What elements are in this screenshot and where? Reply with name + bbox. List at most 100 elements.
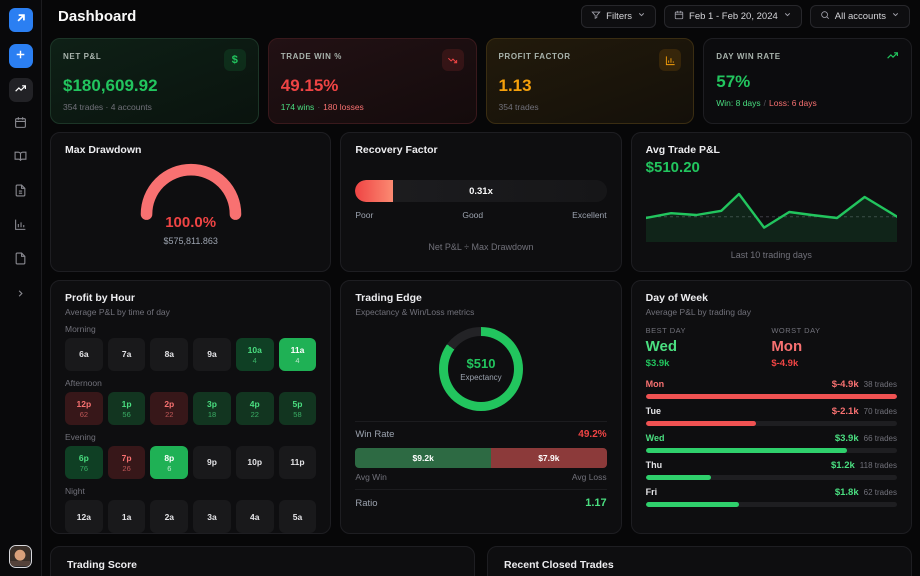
section-night: Night (65, 486, 316, 496)
best-day-name: Wed (646, 338, 772, 355)
day-bar-fill (646, 475, 711, 480)
hour-cell: 8p6 (150, 446, 188, 479)
section-morning: Morning (65, 324, 316, 334)
hour-cell: 12p62 (65, 392, 103, 425)
bar-chart-icon (14, 218, 27, 234)
scale-excellent: Excellent (572, 210, 607, 220)
ratio-row: Ratio 1.17 (355, 489, 606, 515)
dollar-icon: $ (224, 49, 246, 71)
trade-win-card: TRADE WIN % 49.15% 174 wins·180 losses (268, 38, 477, 124)
sidebar-expand-button[interactable] (9, 282, 33, 306)
filters-button[interactable]: Filters (581, 5, 656, 28)
win-rate-label: Win Rate (355, 429, 394, 440)
book-open-icon (14, 150, 27, 166)
max-drawdown-title: Max Drawdown (65, 144, 316, 156)
filters-label: Filters (606, 11, 632, 22)
hour-cell: 6a (65, 338, 103, 371)
worst-day-label: WORST DAY (771, 326, 897, 335)
hour-cell: 12a (65, 500, 103, 533)
avg-loss-label: Avg Loss (572, 472, 607, 482)
hour-cell: 11p (279, 446, 317, 479)
day-trades: 118 trades (860, 461, 897, 470)
best-day-block: BEST DAY Wed $3.9k (646, 326, 772, 369)
best-day-label: BEST DAY (646, 326, 772, 335)
recent-closed-trades-card: Recent Closed Trades (487, 546, 912, 576)
hour-cell: 1p56 (108, 392, 146, 425)
profit-factor-label: PROFIT FACTOR (499, 52, 571, 61)
hour-cell: 9p (193, 446, 231, 479)
trading-edge-card: Trading Edge Expectancy & Win/Loss metri… (340, 280, 621, 534)
calendar-icon (674, 10, 684, 23)
day-bar-fill (646, 502, 739, 507)
calendar-icon (14, 116, 27, 132)
sidebar-item-docs[interactable] (9, 248, 33, 272)
hour-cell: 5a (279, 500, 317, 533)
day-value: $3.9k (835, 433, 859, 444)
trading-edge-title: Trading Edge (355, 292, 606, 304)
drawdown-gauge (133, 158, 249, 220)
sidebar (0, 0, 42, 576)
date-range-button[interactable]: Feb 1 - Feb 20, 2024 (664, 5, 802, 28)
hour-cell: 11a4 (279, 338, 317, 371)
trending-up-icon (14, 82, 27, 98)
app-logo[interactable] (9, 8, 33, 32)
avg-win-loss-bar: $9.2k $7.9k (355, 448, 606, 468)
chevron-right-icon (15, 287, 26, 302)
day-row-wed: Wed $3.9k 66 trades (646, 433, 897, 453)
day-value: $1.2k (831, 460, 855, 471)
day-bar-track (646, 448, 897, 453)
day-row-mon: Mon $-4.9k38 trades (646, 379, 897, 399)
add-button[interactable] (9, 44, 33, 68)
profit-factor-sub: 354 trades (499, 102, 682, 112)
avg-trade-value: $510.20 (646, 159, 897, 176)
day-of-week-subtitle: Average P&L by trading day (646, 307, 897, 317)
day-trades: 62 trades (864, 488, 897, 497)
hour-cell: 7p26 (108, 446, 146, 479)
day-trades: 38 trades (864, 380, 897, 389)
day-win-rate-value: 57% (716, 72, 899, 92)
hour-cell: 2a (150, 500, 188, 533)
day-row-thu: Thu $1.2k 118 trades (646, 460, 897, 480)
sidebar-item-dashboard[interactable] (9, 78, 33, 102)
hour-cell: 8a (150, 338, 188, 371)
evening-grid: 6p76 7p26 8p6 9p 10p 11p (65, 446, 316, 479)
day-bar-track (646, 502, 897, 507)
bar-chart-icon (659, 49, 681, 71)
day-trades: 66 trades (864, 434, 897, 443)
user-avatar[interactable] (9, 545, 32, 568)
sidebar-item-calendar[interactable] (9, 112, 33, 136)
hour-cell: 4a (236, 500, 274, 533)
sidebar-item-journal[interactable] (9, 146, 33, 170)
day-bar-fill (646, 421, 757, 426)
avg-loss-segment: $7.9k (491, 448, 607, 468)
day-label: Wed (646, 433, 665, 443)
day-row-fri: Fri $1.8k62 trades (646, 487, 897, 507)
accounts-button[interactable]: All accounts (810, 5, 910, 28)
ratio-label: Ratio (355, 498, 377, 509)
kpi-row: NET P&L $ $180,609.92 354 trades · 4 acc… (42, 32, 920, 124)
day-bar-track (646, 421, 897, 426)
day-value: $-2.1k (832, 406, 859, 417)
file-icon (14, 252, 27, 268)
max-drawdown-amount: $575,811.863 (163, 236, 217, 246)
recovery-scale: Poor Good Excellent (355, 210, 606, 220)
recent-trades-title: Recent Closed Trades (504, 559, 895, 571)
hour-cell: 7a (108, 338, 146, 371)
net-pnl-card: NET P&L $ $180,609.92 354 trades · 4 acc… (50, 38, 259, 124)
expectancy-label: Expectancy (460, 373, 501, 382)
day-win-rate-sub: Win: 8 days/Loss: 6 days (716, 98, 899, 108)
hour-cell: 10p (236, 446, 274, 479)
win-days: Win: 8 days (716, 98, 760, 108)
hour-cell: 3p18 (193, 392, 231, 425)
sidebar-item-notes[interactable] (9, 180, 33, 204)
accounts-label: All accounts (835, 11, 886, 22)
profit-by-hour-subtitle: Average P&L by time of day (65, 307, 316, 317)
day-label: Thu (646, 460, 663, 470)
sidebar-item-reports[interactable] (9, 214, 33, 238)
avg-trade-pnl-card: Avg Trade P&L $510.20 Last 10 trading da… (631, 132, 912, 272)
day-label: Tue (646, 406, 661, 416)
detail-row: Profit by Hour Average P&L by time of da… (42, 272, 920, 534)
page-title: Dashboard (58, 8, 136, 25)
profit-by-hour-title: Profit by Hour (65, 292, 316, 304)
bottom-row: Trading Score Recent Closed Trades (42, 534, 920, 576)
